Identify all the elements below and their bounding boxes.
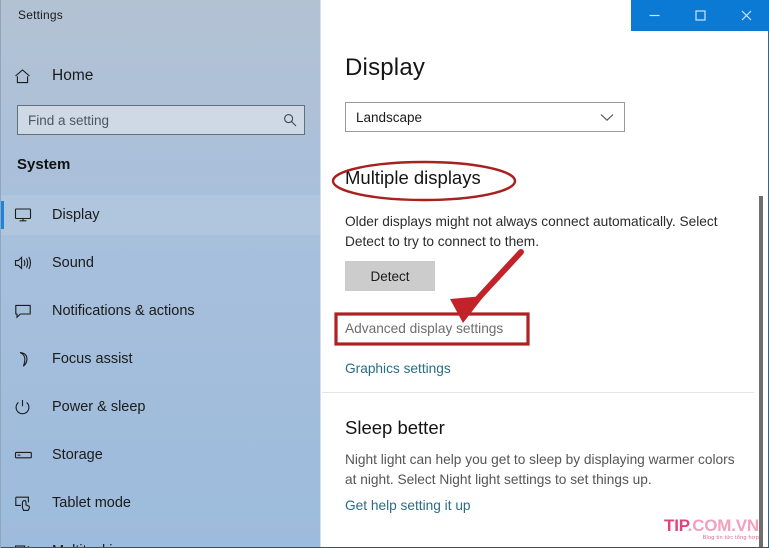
watermark-domain: .COM.VN — [687, 516, 760, 536]
sidebar-item-multitasking[interactable]: Multitasking — [0, 531, 321, 548]
sidebar-item-home[interactable]: Home — [0, 56, 321, 96]
sidebar-item-sound[interactable]: Sound — [0, 243, 321, 283]
sidebar-item-display[interactable]: Display — [0, 195, 321, 235]
search-icon[interactable] — [276, 113, 304, 127]
sidebar-item-label: Home — [52, 67, 94, 84]
sidebar-titlebar[interactable]: Settings — [0, 0, 321, 30]
window-left-border — [0, 0, 1, 548]
watermark-tagline: Blog tin tức tổng hợp — [702, 535, 759, 542]
sidebar-item-storage[interactable]: Storage — [0, 435, 321, 475]
monitor-icon — [14, 207, 52, 223]
section-divider — [322, 392, 754, 393]
maximize-button[interactable] — [677, 0, 723, 31]
scrollbar-thumb[interactable] — [759, 196, 763, 548]
sidebar-item-label: Power & sleep — [52, 399, 146, 415]
multiple-displays-heading: Multiple displays — [345, 167, 481, 188]
sidebar-item-tablet-mode[interactable]: Tablet mode — [0, 483, 321, 523]
sidebar-item-focus-assist[interactable]: Focus assist — [0, 339, 321, 379]
multiple-displays-description: Older displays might not always connect … — [345, 214, 718, 249]
sidebar-item-label: Sound — [52, 255, 94, 271]
advanced-display-settings-link[interactable]: Advanced display settings — [345, 321, 503, 336]
search-input[interactable]: Find a setting — [17, 105, 305, 135]
speaker-icon — [14, 255, 52, 271]
sleep-better-description: Night light can help you get to sleep by… — [345, 452, 735, 487]
page-title: Display — [345, 54, 426, 81]
power-icon — [14, 399, 52, 416]
settings-window: Settings Home Find a setting System Disp… — [0, 0, 769, 548]
drive-icon — [14, 448, 52, 462]
sidebar-section-header: System — [17, 156, 71, 173]
tablet-icon — [14, 495, 52, 512]
sidebar-item-notifications[interactable]: Notifications & actions — [0, 291, 321, 331]
window-controls — [631, 0, 769, 31]
get-help-link[interactable]: Get help setting it up — [345, 498, 471, 513]
chevron-down-icon — [590, 113, 624, 122]
sidebar-item-power-sleep[interactable]: Power & sleep — [0, 387, 321, 427]
minimize-button[interactable] — [631, 0, 677, 31]
close-button[interactable] — [723, 0, 769, 31]
sidebar-item-label: Tablet mode — [52, 495, 131, 511]
watermark: TIP.COM.VN Blog tin tức tổng hợp — [664, 517, 759, 542]
sidebar-item-label: Display — [52, 207, 100, 223]
window-title: Settings — [18, 8, 63, 22]
sidebar-item-label: Storage — [52, 447, 103, 463]
sidebar-item-label: Notifications & actions — [52, 303, 195, 319]
sidebar: Settings Home Find a setting System Disp… — [0, 0, 321, 548]
orientation-dropdown[interactable]: Landscape — [345, 102, 625, 132]
home-icon — [14, 68, 52, 85]
detect-button[interactable]: Detect — [345, 261, 435, 291]
moon-icon — [14, 351, 52, 368]
watermark-brand: TIP.COM.VN — [664, 517, 759, 534]
notification-icon — [14, 303, 52, 319]
search-placeholder: Find a setting — [28, 112, 110, 128]
sidebar-item-label: Focus assist — [52, 351, 133, 367]
orientation-value: Landscape — [356, 109, 423, 125]
sleep-better-heading: Sleep better — [345, 417, 445, 438]
graphics-settings-link[interactable]: Graphics settings — [345, 361, 451, 376]
watermark-tip: TIP — [664, 516, 688, 536]
